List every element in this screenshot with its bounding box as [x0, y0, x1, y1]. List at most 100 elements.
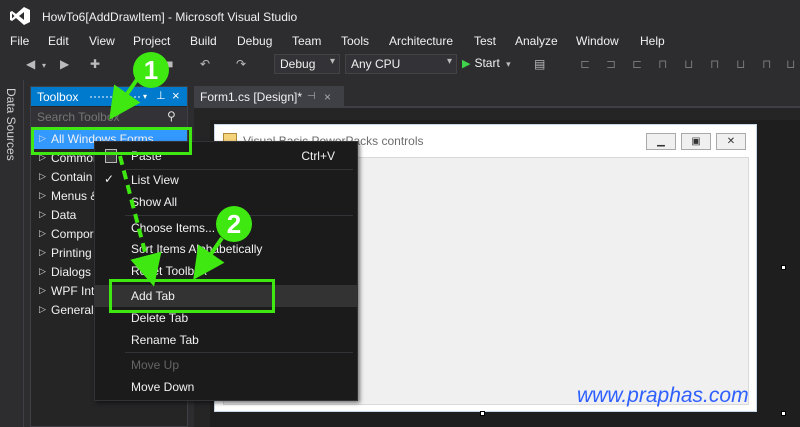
- document-tab-strip: Form1.cs [Design]* ⊣ ×: [194, 86, 800, 106]
- step-1-badge: 1: [133, 52, 169, 88]
- expand-arrow-icon: ▷: [39, 228, 46, 238]
- menu-window[interactable]: Window: [576, 34, 619, 48]
- menu-item-label: Show All: [131, 195, 178, 209]
- resize-handle-bottom-right[interactable]: [781, 411, 786, 416]
- menu-test[interactable]: Test: [474, 34, 496, 48]
- menu-item-move-up: Move Up: [95, 354, 357, 376]
- menu-item-label: Move Up: [131, 358, 180, 372]
- configuration-value: Debug: [280, 57, 316, 71]
- visual-studio-logo-icon: [10, 7, 30, 25]
- menu-architecture[interactable]: Architecture: [389, 34, 453, 48]
- menu-bar: File Edit View Project Build Debug Team …: [0, 32, 800, 52]
- highlight-box-add-tab: [109, 279, 275, 313]
- menu-item-label: Choose Items...: [131, 221, 216, 235]
- make-same-height-icon[interactable]: ⊓: [762, 58, 771, 70]
- expand-arrow-icon: ▷: [39, 190, 46, 200]
- navigate-forward-icon[interactable]: ▶: [60, 58, 69, 70]
- resize-handle-bottom[interactable]: [480, 411, 485, 416]
- find-in-files-icon[interactable]: ▤: [534, 58, 545, 70]
- watermark: www.praphas.com: [577, 384, 749, 407]
- chevron-down-icon: ▾: [506, 59, 511, 69]
- minimize-icon: ▁: [646, 133, 676, 150]
- align-centers-icon[interactable]: ⊐: [606, 58, 616, 70]
- group-label: Compor: [51, 227, 94, 241]
- menu-item-label: Move Down: [131, 380, 195, 394]
- menu-help[interactable]: Help: [640, 34, 665, 48]
- undo-icon[interactable]: ↶: [200, 58, 210, 70]
- toolbox-context-menu: Paste Ctrl+V ✓ List View Show All Choose…: [94, 141, 358, 401]
- tab-label: Form1.cs [Design]*: [200, 90, 303, 104]
- close-tab-icon[interactable]: ×: [324, 90, 331, 104]
- menu-edit[interactable]: Edit: [48, 34, 69, 48]
- menu-project[interactable]: Project: [133, 34, 170, 48]
- new-project-icon[interactable]: ✚: [90, 58, 100, 70]
- make-same-size-icon[interactable]: ⊔: [786, 58, 795, 70]
- step-2-badge: 2: [216, 206, 252, 242]
- group-label: Menus &: [51, 189, 99, 203]
- menu-item-list-view[interactable]: ✓ List View: [95, 169, 357, 191]
- menu-analyze[interactable]: Analyze: [515, 34, 558, 48]
- pin-tab-icon[interactable]: ⊣: [307, 91, 316, 102]
- expand-arrow-icon: ▷: [39, 266, 46, 276]
- menu-item-label: List View: [131, 173, 179, 187]
- highlight-box-all-windows-forms: [31, 127, 192, 155]
- menu-item-move-down[interactable]: Move Down: [95, 376, 357, 398]
- menu-view[interactable]: View: [89, 34, 115, 48]
- standard-toolbar: ◀ ▾ ▶ ✚ ■ ■ ↶ ↷ Debug ▾ Any CPU ▾ ▶Start…: [0, 52, 800, 78]
- align-middles-icon[interactable]: ⊔: [684, 58, 693, 70]
- window-title: HowTo6[AddDrawItem] - Microsoft Visual S…: [42, 10, 298, 24]
- data-sources-tab[interactable]: Data Sources: [4, 88, 18, 161]
- start-debugging-button[interactable]: ▶ Start ▾: [462, 56, 511, 74]
- grip-dots: [89, 95, 141, 99]
- chevron-down-icon: ▾: [329, 56, 335, 67]
- group-label: Printing: [51, 246, 92, 260]
- align-rights-icon[interactable]: ⊏: [632, 58, 642, 70]
- expand-arrow-icon: ▷: [39, 209, 46, 219]
- menu-item-sort-items[interactable]: Sort Items Alphabetically: [95, 238, 357, 260]
- menu-build[interactable]: Build: [190, 34, 217, 48]
- shortcut-label: Ctrl+V: [301, 149, 335, 163]
- make-same-width-icon[interactable]: ⊔: [736, 58, 745, 70]
- search-input[interactable]: [37, 110, 157, 124]
- expand-arrow-icon: ▷: [39, 171, 46, 181]
- menu-tools[interactable]: Tools: [341, 34, 369, 48]
- group-label: Contain: [51, 170, 93, 184]
- toolbox-search-box[interactable]: ⚲: [31, 107, 187, 127]
- menu-item-label: Rename Tab: [131, 333, 199, 347]
- platform-value: Any CPU: [351, 57, 401, 71]
- align-bottoms-icon[interactable]: ⊓: [710, 58, 719, 70]
- title-bar: HowTo6[AddDrawItem] - Microsoft Visual S…: [0, 0, 800, 32]
- redo-icon[interactable]: ↷: [236, 58, 246, 70]
- group-label: Dialogs: [51, 265, 92, 279]
- pin-icon[interactable]: ⊥: [156, 89, 166, 102]
- expand-arrow-icon: ▷: [39, 304, 46, 314]
- resize-handle-right[interactable]: [781, 265, 786, 270]
- search-icon[interactable]: ⚲: [167, 109, 176, 123]
- back-dropdown-icon[interactable]: ▾: [42, 60, 46, 72]
- start-label: Start: [474, 56, 500, 70]
- chevron-down-icon: ▾: [446, 56, 452, 67]
- group-label: General: [51, 303, 94, 317]
- play-icon: ▶: [462, 58, 471, 70]
- navigate-back-icon[interactable]: ◀: [26, 58, 35, 70]
- tab-form1-design[interactable]: Form1.cs [Design]* ⊣ ×: [194, 86, 344, 106]
- menu-item-label: Reset Toolbox: [131, 264, 207, 278]
- menu-item-label: Delete Tab: [131, 311, 189, 325]
- align-lefts-icon[interactable]: ⊏: [580, 58, 590, 70]
- window-position-dropdown-icon[interactable]: ▾: [143, 92, 147, 101]
- solution-configuration-dropdown[interactable]: Debug ▾: [274, 54, 340, 74]
- toolbox-header[interactable]: Toolbox ▾ ⊥ ×: [31, 87, 187, 106]
- toolbox-title: Toolbox: [37, 90, 79, 104]
- close-icon: ✕: [716, 133, 746, 150]
- menu-team[interactable]: Team: [292, 34, 321, 48]
- menu-debug[interactable]: Debug: [237, 34, 272, 48]
- menu-item-rename-tab[interactable]: Rename Tab: [95, 329, 357, 351]
- maximize-icon: ▣: [681, 133, 711, 150]
- menu-file[interactable]: File: [10, 34, 29, 48]
- close-icon[interactable]: ×: [172, 88, 180, 103]
- menu-item-label: Sort Items Alphabetically: [131, 242, 263, 256]
- align-tops-icon[interactable]: ⊓: [658, 58, 667, 70]
- expand-arrow-icon: ▷: [39, 285, 46, 295]
- solution-platform-dropdown[interactable]: Any CPU ▾: [345, 54, 457, 74]
- group-label: Data: [51, 208, 77, 222]
